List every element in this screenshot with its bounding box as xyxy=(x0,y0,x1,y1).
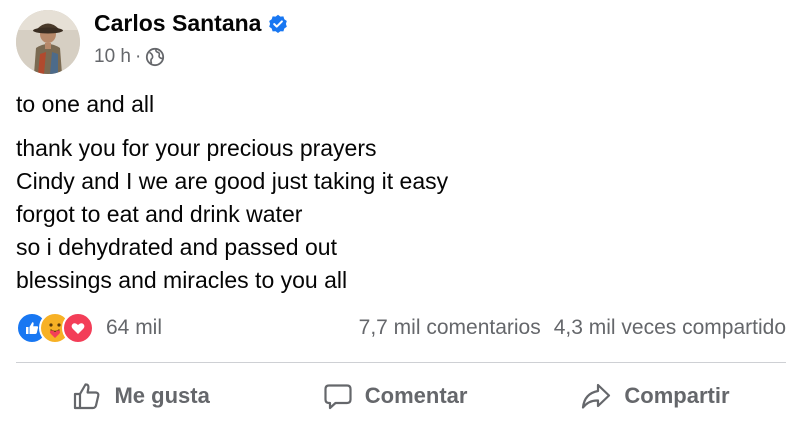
post-actions: Me gusta Comentar Compartir xyxy=(16,370,786,422)
author-header: Carlos Santana xyxy=(94,10,288,37)
like-button[interactable]: Me gusta xyxy=(54,375,227,417)
reactions-summary[interactable]: 64 mil xyxy=(16,312,162,344)
comment-label: Comentar xyxy=(364,383,468,408)
thumbs-up-icon xyxy=(74,383,100,410)
post-line: blessings and miracles to you all xyxy=(16,267,348,293)
comments-count[interactable]: 7,7 mil comentarios xyxy=(359,316,541,340)
post-greeting: to one and all xyxy=(16,91,155,117)
comment-button[interactable]: Comentar xyxy=(305,375,486,417)
post-line: so i dehydrated and passed out xyxy=(16,234,337,260)
reaction-icons xyxy=(16,312,94,344)
comment-icon xyxy=(324,384,352,410)
shares-count[interactable]: 4,3 mil veces compartido xyxy=(554,316,786,340)
author-name[interactable]: Carlos Santana xyxy=(94,10,261,37)
post-meta: 10 h · xyxy=(94,46,165,68)
divider xyxy=(16,362,786,363)
post-timestamp[interactable]: 10 h xyxy=(94,46,131,68)
post-body: to one and all thank you for your precio… xyxy=(16,88,776,297)
post-line: forgot to eat and drink water xyxy=(16,201,303,227)
post-line: thank you for your precious prayers xyxy=(16,135,377,161)
post-line: Cindy and I we are good just taking it e… xyxy=(16,168,449,194)
verified-badge-icon xyxy=(269,14,288,33)
share-button[interactable]: Compartir xyxy=(562,375,747,417)
like-label: Me gusta xyxy=(114,383,210,408)
share-arrow-icon xyxy=(582,383,611,409)
reactions-count[interactable]: 64 mil xyxy=(106,316,162,340)
comment-share-counts: 7,7 mil comentarios 4,3 mil veces compar… xyxy=(359,316,786,340)
share-label: Compartir xyxy=(624,383,730,408)
engagement-stats: 64 mil 7,7 mil comentarios 4,3 mil veces… xyxy=(16,310,786,346)
globe-icon[interactable] xyxy=(145,47,165,67)
meta-separator: · xyxy=(134,46,142,67)
author-avatar[interactable] xyxy=(16,10,80,74)
profile-photo xyxy=(16,10,80,74)
love-icon xyxy=(62,312,94,344)
